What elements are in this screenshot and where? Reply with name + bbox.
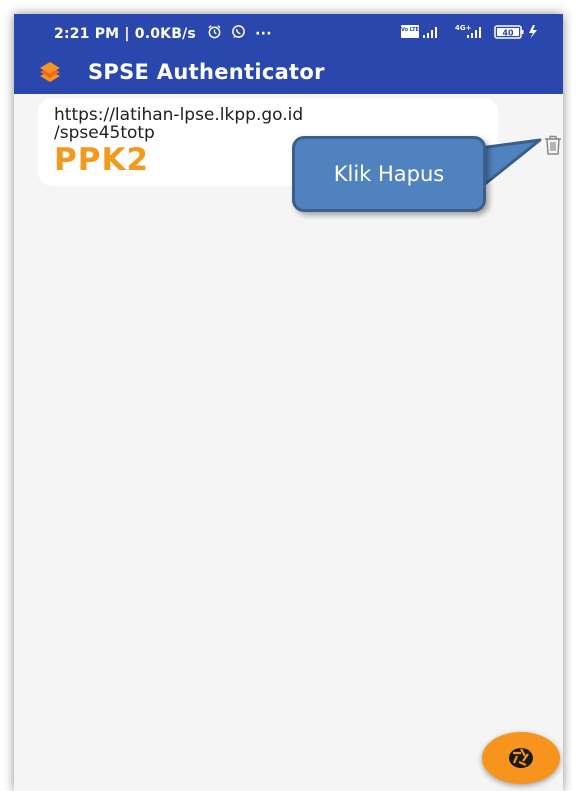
whatsapp-icon: [231, 24, 246, 43]
signal-battery-icons: Vo LTE 4G+ 40: [401, 24, 537, 39]
status-bar: 2:21 PM | 0.0KB/s ··· Vo LTE 4G+ 40: [14, 14, 563, 52]
callout-text: Klik Hapus: [333, 162, 445, 186]
alarm-icon: [207, 24, 222, 43]
trash-icon: [545, 135, 561, 155]
delete-button[interactable]: [543, 134, 563, 156]
account-url-line1: https://latihan-lpse.lkpp.go.id: [54, 105, 304, 125]
account-code: PPK2: [54, 142, 150, 178]
callout-box: Klik Hapus: [292, 136, 486, 212]
camera-shutter-icon: [509, 748, 533, 768]
net-type-label: 4G+: [455, 24, 472, 32]
volte-label: Vo LTE: [401, 27, 420, 33]
battery-level: 40: [502, 29, 514, 38]
status-left: 2:21 PM | 0.0KB/s ···: [54, 24, 272, 43]
app-bar: SPSE Authenticator: [14, 52, 563, 94]
status-right: Vo LTE 4G+ 40: [399, 22, 549, 46]
app-title: SPSE Authenticator: [88, 60, 325, 84]
spse-logo-icon: [40, 62, 60, 82]
status-time-speed: 2:21 PM | 0.0KB/s: [54, 25, 196, 42]
scan-qr-fab[interactable]: [482, 732, 560, 784]
status-more: ···: [255, 25, 272, 42]
charging-icon: [529, 25, 537, 39]
phone-screen: 2:21 PM | 0.0KB/s ··· Vo LTE 4G+ 40 SPSE…: [14, 14, 563, 791]
